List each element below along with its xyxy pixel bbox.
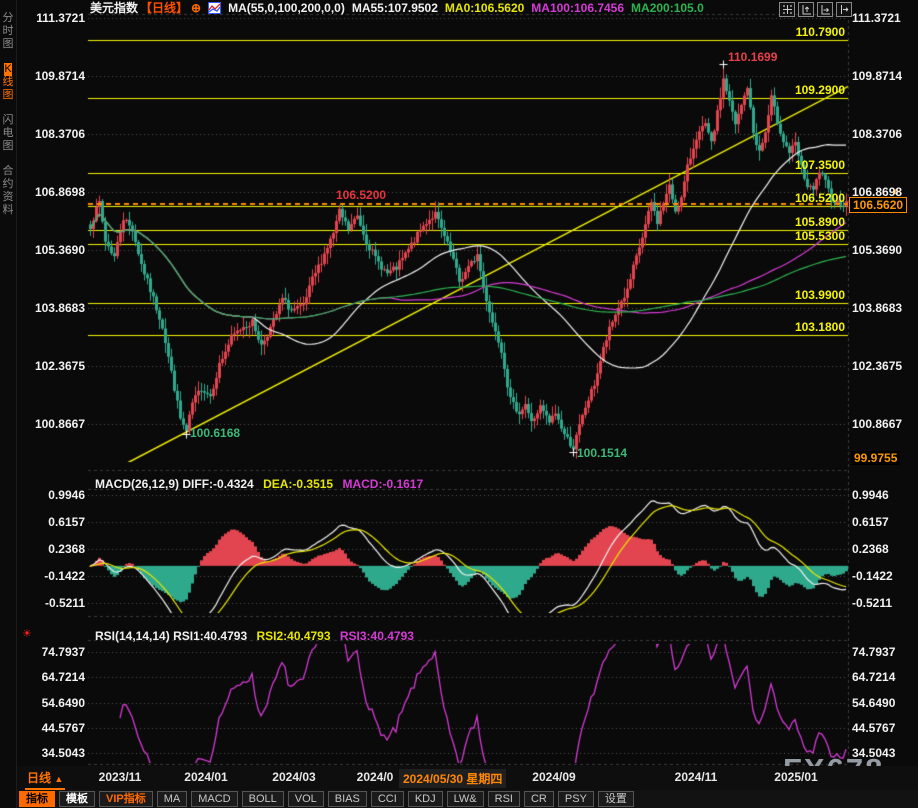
- sidebar-item-char: 资: [3, 191, 14, 204]
- scale-y-axis-icon[interactable]: [798, 2, 814, 17]
- ma100-value: MA100:106.7456: [531, 1, 624, 15]
- sidebar-item-char: 约: [3, 178, 14, 191]
- left-sidebar: 分时图K线图闪电图合约资料: [0, 0, 17, 808]
- symbol-title: 美元指数: [90, 0, 138, 16]
- sidebar-item-char: 时: [3, 25, 14, 38]
- toolbar-tab-模板[interactable]: 模板: [59, 791, 95, 807]
- time-tick: 2024/03: [272, 770, 315, 784]
- sidebar-item-4[interactable]: 合约资料: [0, 165, 16, 217]
- ma55-value: MA55:107.9502: [352, 1, 438, 15]
- scale-x-axis-icon[interactable]: [817, 2, 833, 17]
- pan-crosshair-icon[interactable]: [779, 2, 795, 17]
- sidebar-item-1[interactable]: 分时图: [0, 12, 16, 51]
- toolbar-tab-PSY[interactable]: PSY: [558, 791, 594, 807]
- toolbar-tab-BOLL[interactable]: BOLL: [242, 791, 284, 807]
- toolbar-tab-CR[interactable]: CR: [524, 791, 554, 807]
- sidebar-item-char: 分: [3, 12, 14, 25]
- ma200-value: MA200:105.0: [631, 1, 704, 15]
- toolbar-tab-MACD[interactable]: MACD: [191, 791, 237, 807]
- period-selector[interactable]: 日线 ▲: [25, 769, 65, 790]
- time-axis: 日线 ▲ 2023/11 2024/01 2024/03 2024/0 2024/09 2…: [17, 766, 918, 790]
- sidebar-item-char: 图: [3, 89, 14, 102]
- toolbar-tab-CCI[interactable]: CCI: [371, 791, 404, 807]
- shift-right-icon[interactable]: [836, 2, 852, 17]
- time-tick: 2024/09: [532, 770, 575, 784]
- toolbar-tab-MA[interactable]: MA: [157, 791, 188, 807]
- ma-params: MA(55,0,100,200,0,0): [228, 1, 345, 15]
- sidebar-item-char: 图: [3, 140, 14, 153]
- toolbar-tab-VOL[interactable]: VOL: [288, 791, 324, 807]
- ma0-value: MA0:106.5620: [445, 1, 524, 15]
- chart-type-icon[interactable]: [208, 2, 221, 14]
- sidebar-item-char: 图: [3, 38, 14, 51]
- toolbar-tab-LW&[interactable]: LW&: [447, 791, 484, 807]
- chart-tool-buttons: [779, 2, 852, 17]
- toolbar-tab-指标[interactable]: 指标: [19, 791, 55, 807]
- indicator-toolbar: 指标模板VIP指标MAMACD BOLLVOLBIASCCIKDJLW&RSICR…: [17, 790, 918, 808]
- sidebar-item-char: 电: [3, 127, 14, 140]
- sidebar-item-char: 闪: [3, 114, 14, 127]
- time-tick: 2023/11: [99, 770, 142, 784]
- sidebar-item-char: 线: [3, 76, 14, 89]
- toolbar-tab-设置[interactable]: 设置: [598, 791, 634, 807]
- toolbar-tab-KDJ[interactable]: KDJ: [408, 791, 443, 807]
- chart-header: 美元指数 【日线】 ⊕ MA(55,0,100,200,0,0) MA55:10…: [90, 0, 704, 15]
- sidebar-item-char: 料: [3, 204, 14, 217]
- time-tick: 2024/0: [357, 770, 394, 784]
- chart-canvas[interactable]: [0, 0, 918, 766]
- toolbar-tab-RSI[interactable]: RSI: [488, 791, 520, 807]
- toolbar-tab-VIP指标[interactable]: VIP指标: [99, 791, 153, 807]
- time-tick: 2024/01: [184, 770, 227, 784]
- add-indicator-icon[interactable]: ⊕: [191, 1, 201, 15]
- time-tick: 2024/11: [675, 770, 718, 784]
- sidebar-item-char: K: [4, 63, 11, 76]
- crosshair-date-box: 2024/05/30 星期四: [399, 769, 506, 788]
- sidebar-item-char: 合: [3, 165, 14, 178]
- sidebar-item-2[interactable]: K线图: [0, 63, 16, 102]
- time-tick: 2025/01: [774, 770, 817, 784]
- sidebar-item-3[interactable]: 闪电图: [0, 114, 16, 153]
- period-tag: 【日线】: [140, 0, 188, 16]
- period-dropdown-arrow-icon: ▲: [54, 774, 63, 784]
- toolbar-tab-BIAS[interactable]: BIAS: [328, 791, 367, 807]
